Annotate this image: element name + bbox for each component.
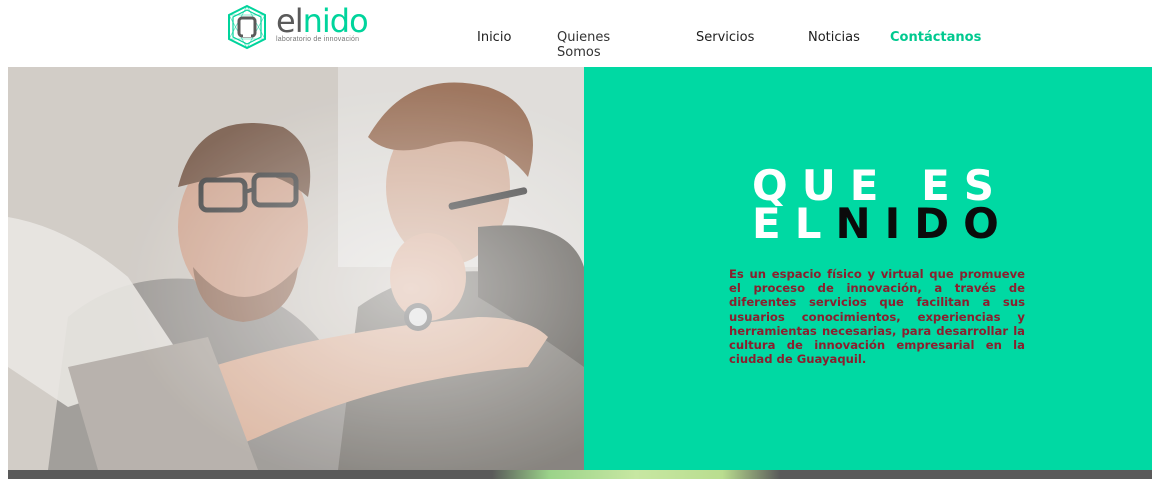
hero-description: Es un espacio físico y virtual que promu… <box>729 267 1025 367</box>
hero-photo <box>8 67 584 470</box>
next-section-strip <box>8 470 1152 479</box>
brand-name-suffix: nido <box>302 2 369 40</box>
brand-name: elnido <box>276 2 369 40</box>
hero-title: QUE ES ELNIDO <box>752 165 1013 245</box>
nido-hexagon-icon <box>228 4 266 50</box>
brand-tagline: laboratorio de innovación <box>276 36 360 43</box>
hero-title-line2: ELNIDO <box>752 203 1013 245</box>
nav-item-inicio[interactable]: Inicio <box>477 30 511 45</box>
hero-title-el: EL <box>752 199 836 248</box>
hero-info-panel: QUE ES ELNIDO Es un espacio físico y vir… <box>584 67 1152 470</box>
nav-item-quienes-somos[interactable]: Quienes Somos <box>557 30 610 60</box>
nav-item-contactanos[interactable]: Contáctanos <box>890 30 981 45</box>
next-section-accent <box>492 470 780 479</box>
brand-logo[interactable]: elnido laboratorio de innovación <box>224 2 369 50</box>
nav-item-noticias[interactable]: Noticias <box>808 30 860 45</box>
brand-name-prefix: el <box>276 2 304 40</box>
nav-item-servicios[interactable]: Servicios <box>696 30 754 45</box>
team-photo-illustration <box>8 67 584 470</box>
hero-title-nido: NIDO <box>835 199 1013 248</box>
site-header: elnido laboratorio de innovación Inicio … <box>0 0 1160 67</box>
brand-wordmark: elnido laboratorio de innovación <box>276 2 369 50</box>
